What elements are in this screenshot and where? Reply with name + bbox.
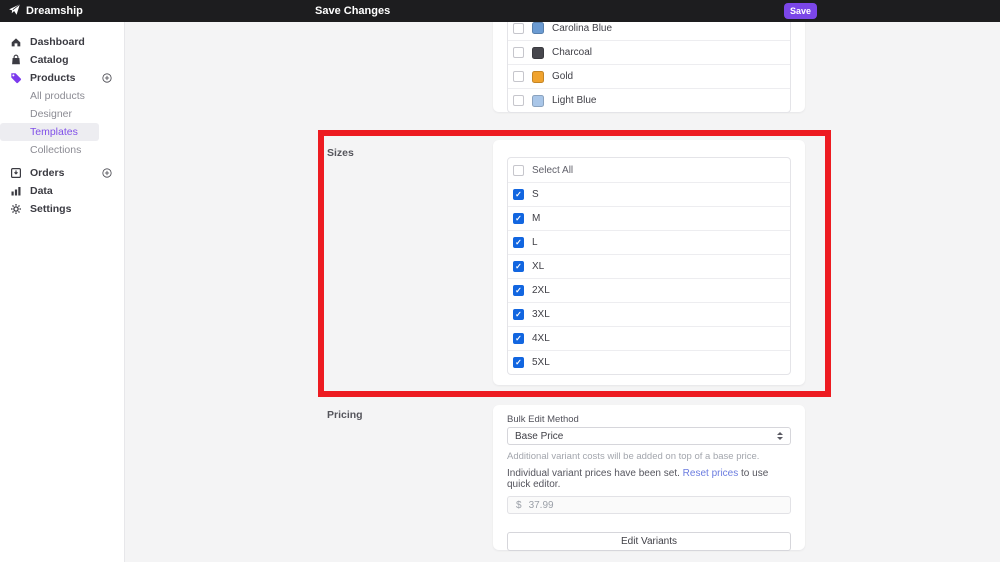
plus-circle-icon[interactable] bbox=[102, 168, 112, 178]
checkbox-checked[interactable] bbox=[513, 237, 524, 248]
bag-icon bbox=[10, 54, 22, 66]
row-label: 5XL bbox=[532, 357, 550, 368]
color-swatch bbox=[532, 46, 544, 59]
row-label: S bbox=[532, 189, 539, 200]
row-label: Carolina Blue bbox=[552, 22, 613, 34]
sidebar-item-label: All products bbox=[30, 90, 85, 102]
checkbox-checked[interactable] bbox=[513, 189, 524, 200]
row-label: XL bbox=[532, 261, 545, 272]
checkbox-checked[interactable] bbox=[513, 309, 524, 320]
size-option-row[interactable]: 3XL bbox=[508, 302, 790, 326]
bulk-edit-method-select[interactable]: Base Price bbox=[507, 427, 791, 445]
topbar: Dreamship Save Changes Save bbox=[0, 0, 1000, 22]
base-price-input[interactable]: $ 37.99 bbox=[507, 496, 791, 514]
checkbox-unchecked[interactable] bbox=[513, 22, 524, 34]
color-option-row[interactable]: Gold bbox=[508, 64, 790, 88]
sidebar: Dashboard Catalog Products All products Desi… bbox=[0, 22, 125, 562]
checkbox-unchecked[interactable] bbox=[513, 47, 524, 58]
color-option-row[interactable]: Light Blue bbox=[508, 88, 790, 112]
sidebar-item-label: Templates bbox=[30, 126, 78, 138]
sidebar-item-label: Dashboard bbox=[30, 36, 85, 48]
checkbox-unchecked[interactable] bbox=[513, 71, 524, 82]
sidebar-item-label: Orders bbox=[30, 167, 65, 179]
bulk-edit-helper-text: Additional variant costs will be added o… bbox=[507, 451, 760, 462]
row-label: 2XL bbox=[532, 285, 550, 296]
sidebar-item-designer[interactable]: Designer bbox=[0, 105, 124, 123]
size-option-row[interactable]: S bbox=[508, 182, 790, 206]
size-option-row[interactable]: 4XL bbox=[508, 326, 790, 350]
row-label: Gold bbox=[552, 71, 574, 82]
size-option-row[interactable]: M bbox=[508, 206, 790, 230]
inbox-icon bbox=[10, 167, 22, 179]
bulk-edit-method-label: Bulk Edit Method bbox=[507, 414, 579, 425]
bulk-edit-method-value: Base Price bbox=[515, 430, 564, 442]
variant-price-notice: Individual variant prices have been set.… bbox=[507, 468, 791, 490]
row-label: L bbox=[532, 237, 538, 248]
brand[interactable]: Dreamship bbox=[8, 0, 83, 22]
main-content: Carolina Blue Charcoal Gold Light Blue Size… bbox=[125, 22, 1000, 562]
base-price-value: 37.99 bbox=[528, 499, 554, 511]
sidebar-item-dashboard[interactable]: Dashboard bbox=[0, 33, 124, 51]
sizes-section-label: Sizes bbox=[327, 147, 354, 159]
select-stepper-icon bbox=[777, 432, 783, 440]
page-title: Save Changes bbox=[315, 5, 391, 17]
colors-card: Carolina Blue Charcoal Gold Light Blue bbox=[493, 22, 805, 113]
checkbox-checked[interactable] bbox=[513, 357, 524, 368]
sidebar-item-label: Settings bbox=[30, 203, 72, 215]
size-option-row[interactable]: L bbox=[508, 230, 790, 254]
sidebar-item-data[interactable]: Data bbox=[0, 182, 124, 200]
home-icon bbox=[10, 36, 22, 48]
sizes-list: Select All S M L XL 2XL 3XL 4XL 5XL bbox=[507, 157, 791, 375]
sidebar-item-label: Designer bbox=[30, 108, 73, 120]
color-swatch bbox=[532, 94, 544, 107]
sidebar-item-label: Collections bbox=[30, 144, 82, 156]
currency-symbol: $ bbox=[516, 499, 522, 511]
colors-list: Carolina Blue Charcoal Gold Light Blue bbox=[507, 22, 791, 113]
save-button[interactable]: Save bbox=[784, 3, 817, 19]
color-option-row[interactable]: Carolina Blue bbox=[508, 22, 790, 40]
sidebar-item-catalog[interactable]: Catalog bbox=[0, 51, 124, 69]
size-option-row[interactable]: 2XL bbox=[508, 278, 790, 302]
sidebar-item-products[interactable]: Products bbox=[0, 69, 124, 87]
sidebar-item-templates[interactable]: Templates bbox=[0, 123, 99, 141]
tag-icon bbox=[10, 72, 22, 84]
row-label: Charcoal bbox=[552, 47, 593, 58]
checkbox-checked[interactable] bbox=[513, 261, 524, 272]
row-label: 3XL bbox=[532, 309, 550, 320]
checkbox-checked[interactable] bbox=[513, 213, 524, 224]
checkbox-checked[interactable] bbox=[513, 333, 524, 344]
plus-circle-icon[interactable] bbox=[102, 73, 112, 83]
chart-icon bbox=[10, 185, 22, 197]
edit-variants-button[interactable]: Edit Variants bbox=[507, 532, 791, 551]
size-option-row[interactable]: XL bbox=[508, 254, 790, 278]
color-option-row[interactable]: Charcoal bbox=[508, 40, 790, 64]
pricing-section-label: Pricing bbox=[327, 409, 363, 421]
sidebar-item-label: Catalog bbox=[30, 54, 69, 66]
color-swatch bbox=[532, 22, 544, 34]
checkbox-unchecked[interactable] bbox=[513, 95, 524, 106]
brand-name: Dreamship bbox=[26, 5, 83, 17]
sidebar-item-collections[interactable]: Collections bbox=[0, 141, 124, 159]
notice-prefix: Individual variant prices have been set. bbox=[507, 468, 680, 479]
size-option-row[interactable]: 5XL bbox=[508, 350, 790, 374]
pricing-card: Bulk Edit Method Base Price Additional v… bbox=[493, 405, 805, 551]
row-label: 4XL bbox=[532, 333, 550, 344]
sidebar-item-label: Data bbox=[30, 185, 53, 197]
row-label: M bbox=[532, 213, 541, 224]
sidebar-item-orders[interactable]: Orders bbox=[0, 164, 124, 182]
row-label: Select All bbox=[532, 164, 574, 176]
reset-prices-link[interactable]: Reset prices bbox=[683, 468, 739, 479]
checkbox-checked[interactable] bbox=[513, 285, 524, 296]
row-label: Light Blue bbox=[552, 95, 597, 106]
sidebar-item-settings[interactable]: Settings bbox=[0, 200, 124, 218]
checkbox-unchecked[interactable] bbox=[513, 164, 524, 176]
dreamship-logo-icon bbox=[8, 3, 21, 19]
select-all-row[interactable]: Select All bbox=[508, 158, 790, 182]
color-swatch bbox=[532, 70, 544, 83]
sizes-card: Select All S M L XL 2XL 3XL 4XL 5XL bbox=[493, 140, 805, 385]
sidebar-item-label: Products bbox=[30, 72, 76, 84]
sidebar-item-all-products[interactable]: All products bbox=[0, 87, 124, 105]
gear-icon bbox=[10, 203, 22, 215]
